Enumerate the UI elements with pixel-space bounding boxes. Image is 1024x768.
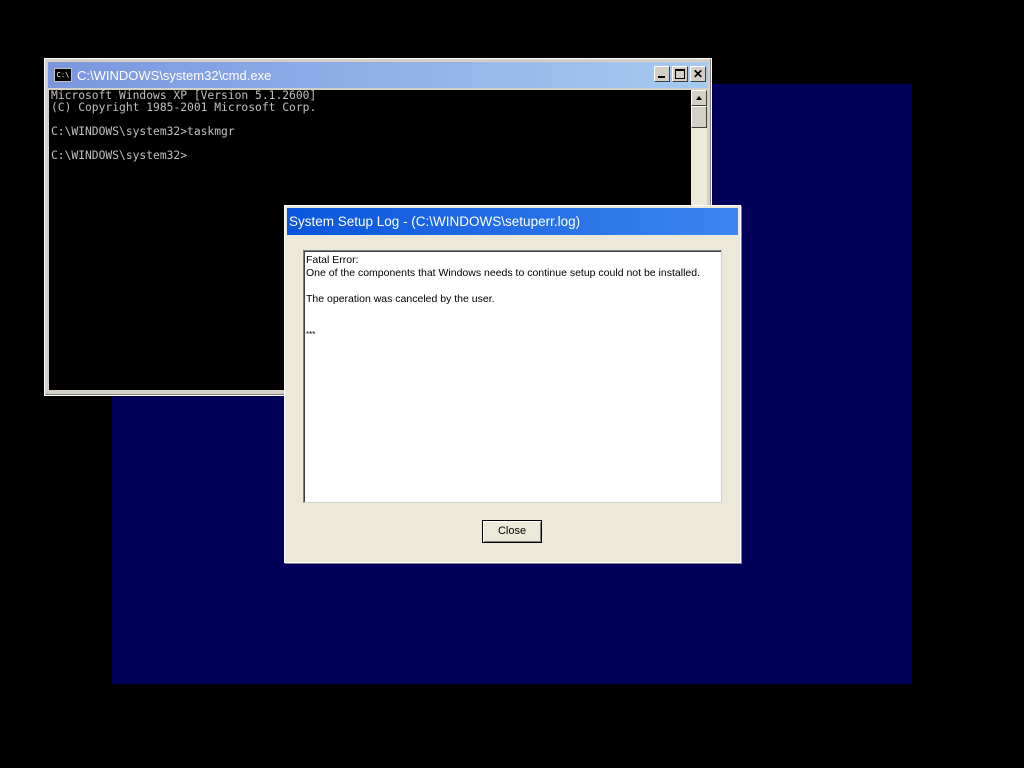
- scrollbar-thumb[interactable]: [691, 106, 707, 128]
- console-line: (C) Copyright 1985-2001 Microsoft Corp.: [51, 101, 317, 114]
- cmd-window-controls: ✕: [654, 66, 706, 82]
- log-canceled-message: The operation was canceled by the user.: [306, 293, 495, 305]
- scroll-up-arrow-icon[interactable]: [691, 90, 707, 106]
- log-fatal-label: Fatal Error:: [306, 254, 359, 266]
- close-dialog-button[interactable]: Close: [482, 520, 542, 543]
- setup-log-titlebar[interactable]: System Setup Log - (C:\WINDOWS\setuperr.…: [287, 208, 738, 235]
- maximize-button[interactable]: [672, 66, 688, 82]
- console-prompt: C:\WINDOWS\system32>: [51, 149, 188, 162]
- setup-log-title: System Setup Log - (C:\WINDOWS\setuperr.…: [289, 214, 581, 229]
- cmd-titlebar[interactable]: C:\ C:\WINDOWS\system32\cmd.exe ✕: [48, 62, 708, 88]
- log-end-marker: ***: [306, 330, 316, 339]
- cmd-window-title: C:\WINDOWS\system32\cmd.exe: [77, 67, 272, 83]
- log-blank-line: [306, 280, 721, 293]
- log-blank-line: [306, 306, 721, 328]
- setup-log-text-area[interactable]: Fatal Error: One of the components that …: [303, 250, 722, 503]
- minimize-button[interactable]: [654, 66, 670, 82]
- cmd-app-icon[interactable]: C:\: [54, 68, 72, 82]
- setup-log-dialog[interactable]: System Setup Log - (C:\WINDOWS\setuperr.…: [284, 205, 741, 563]
- close-button[interactable]: ✕: [690, 66, 706, 82]
- log-fatal-message: One of the components that Windows needs…: [306, 267, 701, 279]
- close-icon: ✕: [692, 67, 704, 81]
- console-line: C:\WINDOWS\system32>taskmgr: [51, 125, 235, 138]
